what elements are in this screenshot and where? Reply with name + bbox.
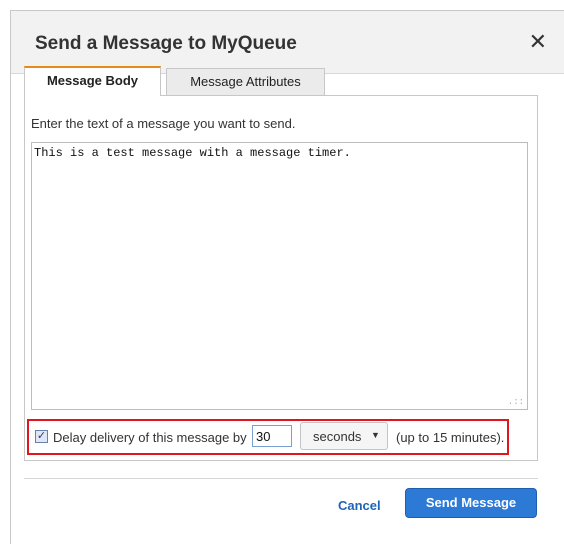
message-body-textarea[interactable]: This is a test message with a message ti… <box>31 142 528 410</box>
message-body-text: This is a test message with a message ti… <box>34 146 351 160</box>
delay-label: Delay delivery of this message by <box>53 430 247 445</box>
delay-checkbox[interactable]: ✓ <box>35 430 48 443</box>
tab-message-attributes[interactable]: Message Attributes <box>166 68 325 96</box>
message-body-panel: Enter the text of a message you want to … <box>24 95 538 461</box>
delay-delivery-row: ✓ Delay delivery of this message by 30 s… <box>27 419 509 455</box>
delay-unit-value: seconds <box>313 429 362 444</box>
close-icon[interactable]: ✕ <box>529 31 547 53</box>
delay-unit-select[interactable]: seconds ▼ <box>300 422 388 450</box>
cancel-button[interactable]: Cancel <box>338 498 381 513</box>
delay-limit-hint: (up to 15 minutes). <box>396 430 505 445</box>
dialog-header: Send a Message to MyQueue ✕ <box>11 11 564 74</box>
delay-value-input[interactable]: 30 <box>252 425 292 447</box>
send-message-button[interactable]: Send Message <box>405 488 537 518</box>
dialog-title: Send a Message to MyQueue <box>35 33 297 54</box>
footer-divider <box>24 478 538 479</box>
chevron-down-icon: ▼ <box>371 430 380 440</box>
tab-message-body[interactable]: Message Body <box>24 66 161 96</box>
instruction-text: Enter the text of a message you want to … <box>31 116 296 131</box>
resize-grip-icon[interactable]: .:: <box>508 397 524 407</box>
